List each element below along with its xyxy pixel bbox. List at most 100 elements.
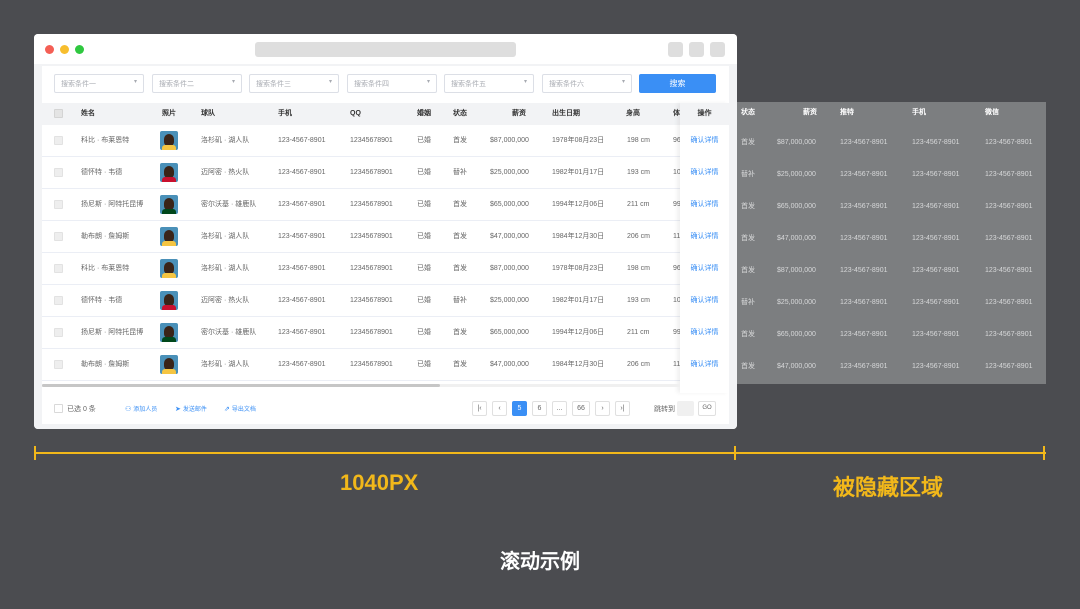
table-row[interactable]: 科比 · 布莱恩特 洛杉矶 · 湖人队 123-4567-8901 123456789… <box>42 253 729 285</box>
maximize-dot-icon[interactable] <box>75 45 84 54</box>
chevron-left-icon: ‹ <box>498 405 501 412</box>
footer-select-checkbox[interactable] <box>54 404 63 413</box>
address-bar[interactable] <box>255 42 516 57</box>
cell-name: 勒布朗 · 詹姆斯 <box>81 361 130 368</box>
table-row[interactable]: 扬尼斯 · 阿特托昆博 密尔沃基 · 雄鹿队 123-4567-8901 123456… <box>42 317 729 349</box>
hidden-cell-wechat: 123-4567-8901 <box>985 299 1033 306</box>
horizontal-scrollbar-thumb[interactable] <box>42 384 440 387</box>
table-row[interactable]: 德怀特 · 韦德 迈阿密 · 热火队 123-4567-8901 1234567890… <box>42 157 729 189</box>
table-row[interactable]: 勒布朗 · 詹姆斯 洛杉矶 · 湖人队 123-4567-8901 123456789… <box>42 221 729 253</box>
row-checkbox[interactable] <box>54 360 63 369</box>
filter-select-3[interactable]: 搜索条件三 ▾ <box>249 74 339 93</box>
column-header-team[interactable]: 球队 <box>201 103 215 125</box>
row-checkbox[interactable] <box>54 136 63 145</box>
row-checkbox[interactable] <box>54 232 63 241</box>
confirm-details-link[interactable]: 确认详情 <box>680 317 729 349</box>
column-header-marital[interactable]: 婚姻 <box>417 103 431 125</box>
player-photo <box>160 163 178 182</box>
page-button-5[interactable]: 5 <box>512 401 527 416</box>
go-button[interactable]: GO <box>698 401 716 416</box>
send-mail-button[interactable]: ➤ 发送邮件 <box>175 404 207 413</box>
column-header-height[interactable]: 身高 <box>626 103 640 125</box>
filter-select-4[interactable]: 搜索条件四 ▾ <box>347 74 437 93</box>
column-header-salary[interactable]: 薪资 <box>512 103 526 125</box>
player-photo <box>160 131 178 150</box>
window-button-1[interactable] <box>668 42 683 57</box>
cell-qq: 12345678901 <box>350 265 393 272</box>
cell-qq: 12345678901 <box>350 329 393 336</box>
prev-page-button[interactable]: ‹ <box>492 401 507 416</box>
minimize-dot-icon[interactable] <box>60 45 69 54</box>
chevron-down-icon: ▾ <box>133 79 137 85</box>
hidden-cell-wechat: 123-4567-8901 <box>985 171 1033 178</box>
row-checkbox[interactable] <box>54 296 63 305</box>
search-button[interactable]: 搜索 <box>639 74 716 93</box>
chevron-down-icon: ▾ <box>426 79 430 85</box>
export-doc-button[interactable]: ⇗ 导出文档 <box>224 404 256 413</box>
column-header-weight[interactable]: 体 <box>673 103 680 125</box>
row-checkbox[interactable] <box>54 328 63 337</box>
measure-tick-right <box>1043 446 1045 460</box>
column-header-status[interactable]: 状态 <box>453 103 467 125</box>
column-header-name[interactable]: 姓名 <box>81 103 95 125</box>
hidden-cell-phone: 123-4567-8901 <box>912 299 960 306</box>
select-all-checkbox[interactable] <box>54 109 63 118</box>
window-button-3[interactable] <box>710 42 725 57</box>
column-header-qq[interactable]: QQ <box>350 103 361 125</box>
hidden-area-label: 被隐藏区域 <box>833 475 944 500</box>
cell-status: 首发 <box>453 137 467 144</box>
filter-select-1[interactable]: 搜索条件一 ▾ <box>54 74 144 93</box>
column-header-phone[interactable]: 手机 <box>278 103 292 125</box>
page-button-6[interactable]: 6 <box>532 401 547 416</box>
first-page-button[interactable]: |‹ <box>472 401 487 416</box>
cell-team: 洛杉矶 · 湖人队 <box>201 361 250 368</box>
page-button-66[interactable]: 66 <box>572 401 590 416</box>
column-header-photo[interactable]: 照片 <box>162 103 176 125</box>
hidden-area-panel: 状态 薪资 推特 手机 微信 首发 $87,000,000 123-4567-890… <box>737 102 1046 384</box>
confirm-details-link[interactable]: 确认详情 <box>680 221 729 253</box>
jump-label: 跳转到 <box>654 406 675 413</box>
confirm-details-link[interactable]: 确认详情 <box>680 253 729 285</box>
row-checkbox[interactable] <box>54 264 63 273</box>
hidden-column-header-salary: 薪资 <box>803 109 817 116</box>
close-dot-icon[interactable] <box>45 45 54 54</box>
row-checkbox[interactable] <box>54 168 63 177</box>
filter-select-2[interactable]: 搜索条件二 ▾ <box>152 74 242 93</box>
cell-team: 密尔沃基 · 雄鹿队 <box>201 329 257 336</box>
window-button-2[interactable] <box>689 42 704 57</box>
cell-qq: 12345678901 <box>350 169 393 176</box>
hidden-cell-wechat: 123-4567-8901 <box>985 267 1033 274</box>
browser-window: 搜索条件一 ▾ 搜索条件二 ▾ 搜索条件三 ▾ 搜索条件四 ▾ 搜索条件五 ▾ 搜索条件六… <box>34 34 737 429</box>
hidden-cell-wechat: 123-4567-8901 <box>985 139 1033 146</box>
hidden-cell-status: 首发 <box>741 331 755 338</box>
cell-birth: 1978年08月23日 <box>552 265 605 272</box>
confirm-details-link[interactable]: 确认详情 <box>680 285 729 317</box>
add-person-button[interactable]: ⚇ 添加人员 <box>125 404 157 413</box>
confirm-details-link[interactable]: 确认详情 <box>680 189 729 221</box>
hidden-cell-salary: $87,000,000 <box>777 267 816 274</box>
cell-qq: 12345678901 <box>350 233 393 240</box>
hidden-cell-salary: $47,000,000 <box>777 363 816 370</box>
confirm-details-link[interactable]: 确认详情 <box>680 125 729 157</box>
confirm-details-link[interactable]: 确认详情 <box>680 157 729 189</box>
table-row[interactable]: 德怀特 · 韦德 迈阿密 · 热火队 123-4567-8901 1234567890… <box>42 285 729 317</box>
jump-page-input[interactable] <box>677 401 694 416</box>
filter-select-6[interactable]: 搜索条件六 ▾ <box>542 74 632 93</box>
filter-placeholder: 搜索条件二 <box>159 81 194 88</box>
filter-select-5[interactable]: 搜索条件五 ▾ <box>444 74 534 93</box>
confirm-details-link[interactable]: 确认详情 <box>680 349 729 381</box>
row-checkbox[interactable] <box>54 200 63 209</box>
last-page-button[interactable]: ›| <box>615 401 630 416</box>
cell-name: 扬尼斯 · 阿特托昆博 <box>81 201 144 208</box>
hidden-cell-phone: 123-4567-8901 <box>912 331 960 338</box>
next-page-button[interactable]: › <box>595 401 610 416</box>
table-row[interactable]: 扬尼斯 · 阿特托昆博 密尔沃基 · 雄鹿队 123-4567-8901 123456… <box>42 189 729 221</box>
column-header-birth[interactable]: 出生日期 <box>552 103 580 125</box>
table-footer: 已选 0 条 ⚇ 添加人员 ➤ 发送邮件 ⇗ 导出文档 |‹ ‹ 5 6 ... 66… <box>42 392 729 424</box>
cell-height: 206 cm <box>627 361 650 368</box>
filter-placeholder: 搜索条件六 <box>549 81 584 88</box>
table-row[interactable]: 勒布朗 · 詹姆斯 洛杉矶 · 湖人队 123-4567-8901 123456789… <box>42 349 729 381</box>
table-row[interactable]: 科比 · 布莱恩特 洛杉矶 · 湖人队 123-4567-8901 123456789… <box>42 125 729 157</box>
hidden-cell-status: 首发 <box>741 139 755 146</box>
hidden-cell-wechat: 123-4567-8901 <box>985 203 1033 210</box>
